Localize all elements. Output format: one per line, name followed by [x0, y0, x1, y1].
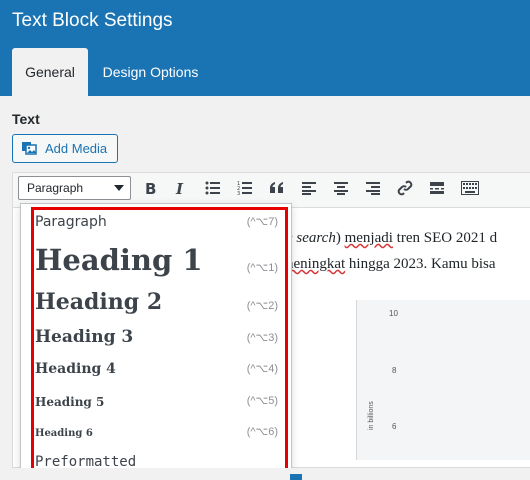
numbered-list-icon: 123	[237, 181, 252, 195]
align-center-button[interactable]	[331, 179, 351, 197]
content-line-2: neningkat hingga 2023. Kamu bisa	[286, 256, 496, 272]
chevron-down-icon	[114, 185, 124, 191]
svg-text:B: B	[145, 180, 156, 196]
bold-icon: B	[145, 180, 156, 196]
chart-tick: 8	[392, 366, 397, 375]
italic-button[interactable]: I	[170, 179, 190, 197]
text-field-label: Text	[12, 111, 40, 127]
format-select[interactable]: Paragraph	[18, 176, 131, 200]
blockquote-icon	[270, 182, 283, 193]
read-more-icon	[430, 182, 444, 194]
bullet-list-button[interactable]	[203, 179, 223, 197]
svg-text:3: 3	[237, 191, 240, 195]
tab-general[interactable]: General	[12, 48, 88, 96]
annotation-highlight-box	[31, 207, 288, 473]
blockquote-button[interactable]	[267, 179, 287, 197]
editor-bottom-strip	[0, 468, 530, 480]
tab-design-options[interactable]: Design Options	[88, 48, 213, 96]
align-left-button[interactable]	[299, 179, 319, 197]
link-button[interactable]	[395, 179, 415, 197]
italic-icon: I	[175, 180, 184, 196]
align-right-icon	[366, 182, 380, 195]
keyboard-icon	[461, 181, 479, 195]
format-select-value: Paragraph	[27, 181, 84, 195]
add-media-button[interactable]: Add Media	[12, 134, 118, 163]
bold-button[interactable]: B	[140, 179, 160, 197]
align-left-icon	[302, 182, 316, 195]
chart-tick: 6	[392, 422, 397, 431]
content-line-1: e search) menjadi tren SEO 2021 d	[286, 230, 498, 246]
link-icon	[397, 180, 413, 196]
align-center-icon	[334, 182, 348, 195]
chart-axis-label: in billions	[368, 401, 375, 430]
editor-content: e search) menjadi tren SEO 2021 d nening…	[286, 225, 530, 277]
window-title: Text Block Settings	[12, 10, 173, 31]
align-right-button[interactable]	[363, 179, 383, 197]
read-more-button[interactable]	[427, 179, 447, 197]
chart-tick: 10	[389, 309, 398, 318]
toolbar-toggle-button[interactable]	[459, 179, 481, 197]
media-icon	[21, 139, 37, 158]
add-media-label: Add Media	[45, 141, 108, 156]
numbered-list-button[interactable]: 123	[235, 179, 255, 197]
status-indicator	[290, 474, 302, 480]
svg-text:I: I	[175, 180, 184, 196]
embedded-chart	[356, 300, 530, 460]
bullet-list-icon	[205, 181, 220, 195]
